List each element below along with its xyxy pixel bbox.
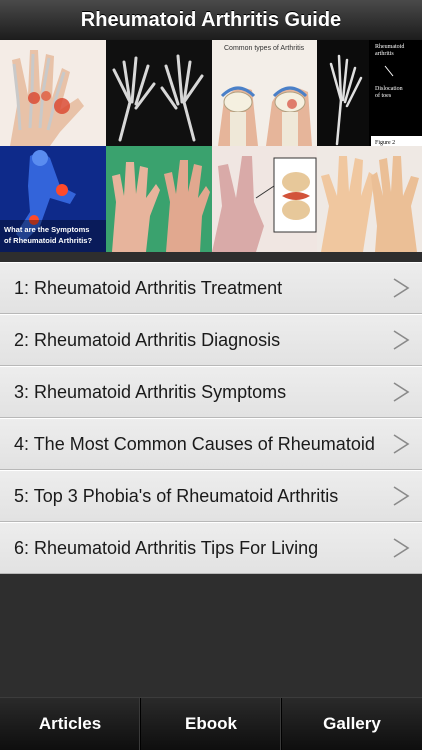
list-item-label: 3: Rheumatoid Arthritis Symptoms — [14, 381, 287, 402]
tile-caption: Common types of Arthritis — [224, 45, 305, 52]
tab-bar: Articles Ebook Gallery — [0, 697, 422, 750]
image-banner: Common types of Arthritis Rheumatoid art… — [0, 40, 422, 252]
chevron-right-icon — [393, 538, 410, 558]
list-item[interactable]: 5: Top 3 Phobia's of Rheumatoid Arthriti… — [0, 470, 422, 522]
tile-caption-line: Dislocation — [375, 86, 403, 92]
hands-xray-image — [106, 40, 212, 146]
tile-caption-line: of Rheumatoid Arthritis? — [4, 236, 92, 245]
hands-photo-image — [317, 146, 422, 252]
joint-closeup-illustration-image — [212, 146, 317, 252]
hand-xray-illustration-image — [0, 40, 106, 146]
chevron-right-icon — [393, 382, 410, 402]
navigation-bar: Rheumatoid Arthritis Guide — [0, 0, 422, 41]
knee-diagram-image: Common types of Arthritis — [212, 40, 317, 146]
list-item-label: 1: Rheumatoid Arthritis Treatment — [14, 277, 283, 298]
list-item[interactable]: 6: Rheumatoid Arthritis Tips For Living — [0, 522, 422, 574]
list-item-label: 5: Top 3 Phobia's of Rheumatoid Arthriti… — [14, 485, 339, 506]
tile-caption-line: arthritis — [375, 51, 394, 57]
tab-ebook[interactable]: Ebook — [141, 698, 282, 750]
list-item-label: 4: The Most Common Causes of Rheumatoid — [14, 433, 375, 454]
foot-xray-image: Rheumatoid arthritis Dislocation of toes… — [317, 40, 422, 146]
list-item[interactable]: 2: Rheumatoid Arthritis Diagnosis — [0, 314, 422, 366]
list-item[interactable]: 1: Rheumatoid Arthritis Treatment — [0, 262, 422, 314]
article-list: 1: Rheumatoid Arthritis Treatment 2: Rhe… — [0, 262, 422, 574]
list-item-label: 2: Rheumatoid Arthritis Diagnosis — [14, 329, 281, 350]
symptoms-figure-image: What are the Symptoms of Rheumatoid Arth… — [0, 146, 106, 252]
chevron-right-icon — [393, 278, 410, 298]
page-title: Rheumatoid Arthritis Guide — [80, 8, 342, 31]
chevron-right-icon — [393, 330, 410, 350]
list-item-label: 6: Rheumatoid Arthritis Tips For Living — [14, 537, 319, 558]
chevron-right-icon — [393, 434, 410, 454]
tile-caption-line: of toes — [375, 92, 392, 99]
tab-gallery[interactable]: Gallery — [282, 698, 422, 750]
tile-caption-line: Rheumatoid — [375, 44, 404, 50]
swollen-hands-photo-image — [106, 146, 212, 252]
tile-caption-line: What are the Symptoms — [4, 225, 89, 234]
tab-articles[interactable]: Articles — [0, 698, 141, 750]
list-item[interactable]: 3: Rheumatoid Arthritis Symptoms — [0, 366, 422, 418]
list-item[interactable]: 4: The Most Common Causes of Rheumatoid — [0, 418, 422, 470]
chevron-right-icon — [393, 486, 410, 506]
